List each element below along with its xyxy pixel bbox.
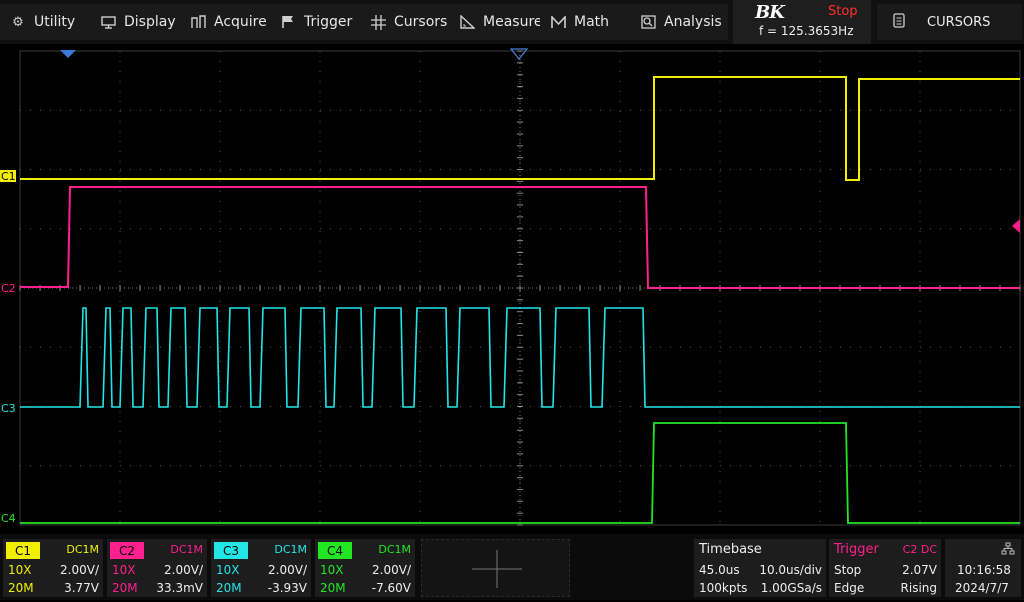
- channel-3-box[interactable]: C3 DC1M 10X 2.00V/ 20M -3.93V: [211, 539, 311, 597]
- channel-1-tag: C1: [6, 542, 40, 559]
- channel-3-scale: 2.00V/: [268, 563, 307, 577]
- c2-trace: [20, 186, 1020, 289]
- clock-date: 2024/7/7: [955, 581, 1009, 595]
- channel-3-probe: 10X: [216, 563, 240, 577]
- menu-analysis-label: Analysis: [664, 14, 722, 30]
- cursors-panel-label: CURSORS: [927, 14, 991, 30]
- menu-display-label: Display: [124, 14, 176, 30]
- channel-2-offset: 33.3mV: [156, 581, 203, 595]
- trigger-source: C2 DC: [902, 543, 937, 556]
- c2-offset-marker[interactable]: C2: [1, 282, 16, 295]
- clock-box[interactable]: 10:16:58 2024/7/7: [945, 539, 1021, 597]
- channel-3-tag: C3: [214, 542, 248, 559]
- c3-marker-label: C3: [1, 402, 16, 415]
- channel-2-probe: 10X: [112, 563, 136, 577]
- clock-time: 10:16:58: [957, 563, 1011, 577]
- menu-trigger[interactable]: Trigger: [270, 4, 360, 40]
- math-icon: [550, 14, 566, 30]
- trigger-type: Edge: [834, 581, 865, 595]
- channel-2-bandwidth: 20M: [112, 581, 138, 595]
- flag-icon: [280, 14, 296, 30]
- run-status-box[interactable]: BK Stop f = 125.3653Hz: [733, 0, 871, 44]
- channel-3-coupling: DC1M: [274, 543, 307, 556]
- channel-2-coupling: DC1M: [170, 543, 203, 556]
- c1-offset-marker[interactable]: C1: [0, 170, 16, 183]
- c3-trace: [20, 307, 1020, 408]
- trigger-title: Trigger: [834, 542, 879, 557]
- channel-4-probe: 10X: [320, 563, 344, 577]
- channel-4-offset: -7.60V: [371, 581, 411, 595]
- list-icon: [893, 12, 905, 32]
- trigger-position-marker[interactable]: [60, 50, 76, 58]
- c4-trace: [20, 422, 1020, 524]
- menu-cursors[interactable]: Cursors: [360, 4, 450, 40]
- channel-2-scale: 2.00V/: [164, 563, 203, 577]
- monitor-icon: [100, 14, 116, 30]
- channel-4-tag: C4: [318, 542, 352, 559]
- timebase-box[interactable]: Timebase 45.0us 10.0us/div 100kpts 1.00G…: [694, 539, 826, 597]
- add-channel-slot[interactable]: [421, 539, 570, 597]
- status-bar: C1 DC1M 10X 2.00V/ 20M 3.77V C2 DC1M 10X…: [0, 534, 1024, 600]
- menu-utility-label: Utility: [34, 14, 76, 30]
- run-state: Stop: [828, 4, 858, 19]
- c4-marker-label: C4: [1, 512, 16, 525]
- menu-cursors-label: Cursors: [394, 14, 448, 30]
- channel-1-scale: 2.00V/: [60, 563, 99, 577]
- channel-3-offset: -3.93V: [267, 581, 307, 595]
- menu-math[interactable]: Math: [540, 4, 630, 40]
- menu-acquire-label: Acquire: [214, 14, 267, 30]
- gear-icon: ⚙: [12, 14, 24, 30]
- cursors-panel-button[interactable]: CURSORS: [877, 4, 1022, 40]
- analysis-icon: [640, 14, 656, 30]
- frequency-readout: f = 125.3653Hz: [759, 24, 854, 38]
- menu-math-label: Math: [574, 14, 610, 30]
- memory-depth: 100kpts: [699, 581, 748, 595]
- c1-marker-label: C1: [1, 170, 16, 183]
- c4-offset-marker[interactable]: C4: [1, 512, 16, 525]
- channel-4-scale: 2.00V/: [372, 563, 411, 577]
- trigger-box[interactable]: Trigger C2 DC Stop 2.07V Edge Rising: [829, 539, 941, 597]
- c1-trace: [20, 76, 1020, 181]
- menu-analysis[interactable]: Analysis: [630, 4, 728, 40]
- plus-icon: [472, 550, 522, 588]
- trigger-state: Stop: [834, 563, 862, 577]
- timebase-title: Timebase: [699, 542, 762, 557]
- trigger-level-marker[interactable]: [1012, 219, 1020, 233]
- crosshair-icon: [370, 14, 386, 30]
- menu-acquire[interactable]: Acquire: [180, 4, 270, 40]
- channel-1-offset: 3.77V: [64, 581, 99, 595]
- channel-4-coupling: DC1M: [378, 543, 411, 556]
- network-icon: [1001, 542, 1015, 558]
- trigger-slope: Rising: [900, 581, 937, 595]
- channel-3-bandwidth: 20M: [216, 581, 242, 595]
- acquire-icon: [190, 14, 206, 30]
- menu-measure[interactable]: Measure: [450, 4, 543, 40]
- menu-bar: ⚙ Utility Display Acquire Trigger Cursor…: [0, 0, 1024, 44]
- brand-logo: BK: [755, 2, 785, 23]
- channel-2-tag: C2: [110, 542, 144, 559]
- ruler-icon: [460, 14, 475, 30]
- timebase-delay: 45.0us: [699, 563, 740, 577]
- menu-trigger-label: Trigger: [304, 14, 353, 30]
- c3-offset-marker[interactable]: C3: [1, 402, 16, 415]
- channel-1-box[interactable]: C1 DC1M 10X 2.00V/ 20M 3.77V: [3, 539, 103, 597]
- channel-1-bandwidth: 20M: [8, 581, 34, 595]
- menu-measure-label: Measure: [483, 14, 543, 30]
- channel-4-box[interactable]: C4 DC1M 10X 2.00V/ 20M -7.60V: [315, 539, 415, 597]
- menu-display[interactable]: Display: [90, 4, 180, 40]
- channel-2-box[interactable]: C2 DC1M 10X 2.00V/ 20M 33.3mV: [107, 539, 207, 597]
- timebase-scale: 10.0us/div: [759, 563, 822, 577]
- waveform-grid[interactable]: C1 C2 C3 C4: [0, 44, 1024, 532]
- menu-utility[interactable]: ⚙ Utility: [0, 4, 90, 40]
- c2-marker-label: C2: [1, 282, 16, 295]
- channel-4-bandwidth: 20M: [320, 581, 346, 595]
- sample-rate: 1.00GSa/s: [760, 581, 822, 595]
- channel-1-coupling: DC1M: [66, 543, 99, 556]
- channel-1-probe: 10X: [8, 563, 32, 577]
- trigger-level: 2.07V: [902, 563, 937, 577]
